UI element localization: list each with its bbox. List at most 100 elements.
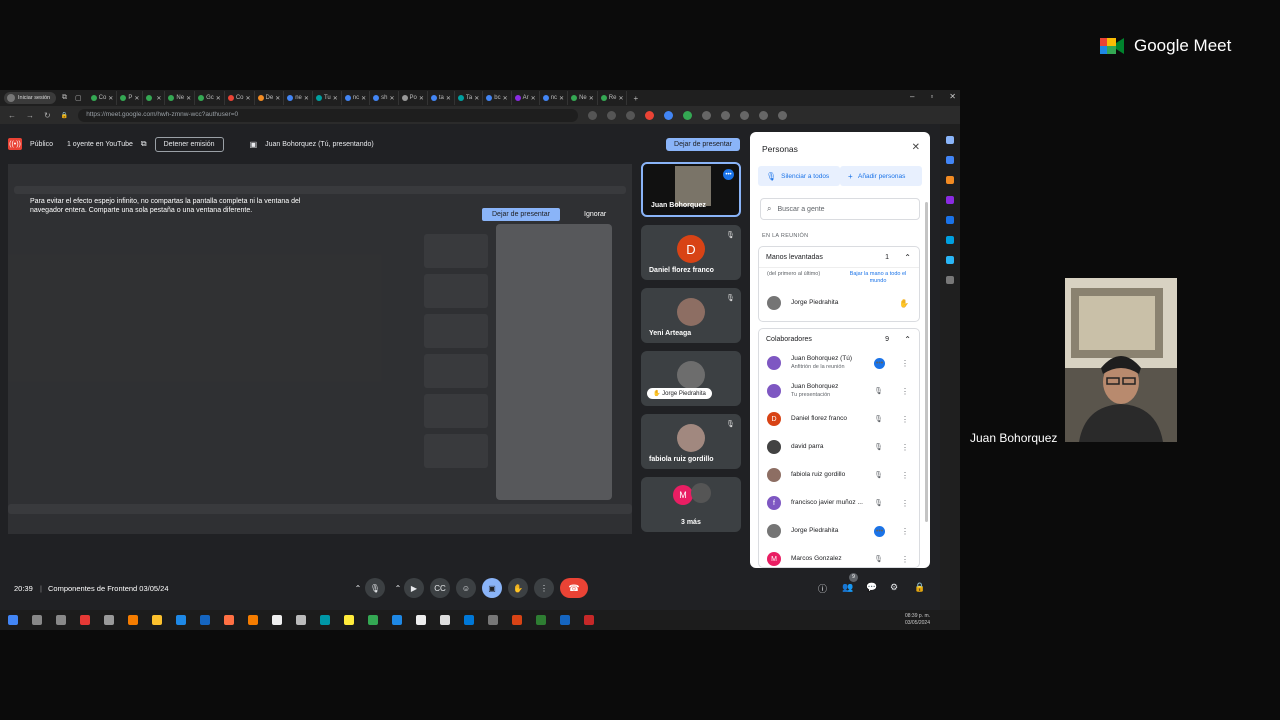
taskbar-app-icon[interactable] xyxy=(80,615,90,625)
mute-all-button[interactable]: 🎙 Silenciar a todos xyxy=(758,166,840,186)
camera-options-icon[interactable]: ⌃ xyxy=(392,578,404,598)
minimize-icon[interactable]: – xyxy=(910,92,914,101)
more-options-icon[interactable]: ⋮ xyxy=(901,499,909,508)
browser-tab[interactable]: nc ✕ xyxy=(540,91,569,105)
tab-close-icon[interactable]: ✕ xyxy=(156,95,161,102)
collections-icon[interactable] xyxy=(740,110,750,120)
tab-close-icon[interactable]: ✕ xyxy=(503,95,508,102)
chevron-up-icon[interactable]: ⌃ xyxy=(904,335,911,344)
mic-off-icon[interactable]: 🎙 xyxy=(874,415,883,423)
participant-tile[interactable]: ••• Juan Bohorquez xyxy=(641,162,741,217)
taskbar-app-icon[interactable] xyxy=(128,615,138,625)
participant-row[interactable]: M Marcos Gonzalez 🎙 ⋮ xyxy=(759,545,919,568)
mic-off-icon[interactable]: 🎙 xyxy=(874,443,883,451)
more-options-icon[interactable]: ⋮ xyxy=(901,415,909,424)
more-options-button[interactable]: ⋮ xyxy=(534,578,554,598)
raised-hands-header[interactable]: Manos levantadas 1 ⌃ xyxy=(759,247,919,267)
sidebar-app-icon[interactable] xyxy=(946,236,954,244)
tab-close-icon[interactable]: ✕ xyxy=(559,95,564,102)
raised-hand-row[interactable]: Jorge Piedrahita ✋ xyxy=(759,289,919,317)
participant-row[interactable]: D Daniel florez franco 🎙 ⋮ xyxy=(759,405,919,433)
powerpoint-icon[interactable] xyxy=(512,615,522,625)
tab-close-icon[interactable]: ✕ xyxy=(108,95,113,102)
participant-row[interactable]: david parra 🎙 ⋮ xyxy=(759,433,919,461)
chrome-icon[interactable] xyxy=(368,615,378,625)
settings-icon[interactable] xyxy=(296,615,306,625)
forward-icon[interactable]: → xyxy=(26,111,34,120)
new-tab-icon[interactable]: + xyxy=(633,94,638,103)
browser-tab[interactable]: Tu ✕ xyxy=(313,91,342,105)
add-icon[interactable] xyxy=(946,276,954,284)
system-tray-clock[interactable]: 08:39 p. m. 03/05/2024 xyxy=(905,613,930,627)
tab-close-icon[interactable]: ✕ xyxy=(446,95,451,102)
browser-tab[interactable]: Po ✕ xyxy=(399,91,428,105)
participant-row[interactable]: Juan Bohorquez (Tú) Anfitrión de la reuni… xyxy=(759,349,919,377)
edge-icon[interactable] xyxy=(320,615,330,625)
participant-tile[interactable]: ✋ Jorge Piedrahita xyxy=(641,351,741,406)
excel-icon[interactable] xyxy=(536,615,546,625)
people-icon[interactable]: 👥 xyxy=(842,582,853,593)
participant-tile[interactable]: D 🎙 Daniel florez franco xyxy=(641,225,741,280)
back-icon[interactable]: ← xyxy=(8,111,16,120)
tab-close-icon[interactable]: ✕ xyxy=(304,95,309,102)
leave-call-button[interactable]: ☎ xyxy=(560,578,588,598)
mic-off-icon[interactable]: 🎙 xyxy=(874,555,883,563)
more-options-icon[interactable]: ⋮ xyxy=(901,359,909,368)
more-options-icon[interactable]: ⋮ xyxy=(901,527,909,536)
stop-presenting-button[interactable]: Dejar de presentar xyxy=(666,137,740,151)
close-icon[interactable]: ✕ xyxy=(912,142,920,153)
reactions-button[interactable]: ☺ xyxy=(456,578,476,598)
url-field[interactable]: https://meet.google.com/hwh-zmnw-wcc?aut… xyxy=(78,108,579,122)
raised-hand-icon[interactable]: ✋ xyxy=(899,299,909,308)
browser-tab[interactable]: P ✕ xyxy=(117,91,144,105)
close-window-icon[interactable]: ✕ xyxy=(949,92,956,101)
reload-icon[interactable]: ↻ xyxy=(44,111,51,120)
tab-close-icon[interactable]: ✕ xyxy=(389,95,394,102)
github-icon[interactable] xyxy=(440,615,450,625)
participant-tile[interactable]: 🎙 fabiola ruiz gordillo xyxy=(641,414,741,469)
tab-close-icon[interactable]: ✕ xyxy=(531,95,536,102)
tab-close-icon[interactable]: ✕ xyxy=(333,95,338,102)
captions-button[interactable]: CC xyxy=(430,578,450,598)
host-controls-icon[interactable]: 🔒 xyxy=(914,582,925,593)
task-view-icon[interactable] xyxy=(56,615,66,625)
info-icon[interactable]: ⓘ xyxy=(818,582,827,595)
tab-close-icon[interactable]: ✕ xyxy=(245,95,250,102)
tab-actions-icon[interactable]: ▢ xyxy=(75,94,82,102)
tab-close-icon[interactable]: ✕ xyxy=(589,95,594,102)
participant-tile[interactable]: 🎙 Yeni Arteaga xyxy=(641,288,741,343)
chevron-up-icon[interactable]: ⌃ xyxy=(904,253,911,262)
browser-tab[interactable]: Ne ✕ xyxy=(165,91,196,105)
add-people-button[interactable]: + Añadir personas xyxy=(840,166,922,186)
mic-options-icon[interactable]: ⌃ xyxy=(352,578,364,598)
participant-row[interactable]: fabiola ruiz gordillo 🎙 ⋮ xyxy=(759,461,919,489)
extension-icon[interactable] xyxy=(664,110,674,120)
tab-close-icon[interactable]: ✕ xyxy=(474,95,479,102)
browser-tab[interactable]: sh ✕ xyxy=(370,91,399,105)
browser-tab[interactable]: ✕ xyxy=(143,91,166,105)
more-options-icon[interactable]: ⋮ xyxy=(901,471,909,480)
browser-tab[interactable]: Ne ✕ xyxy=(568,91,598,105)
participant-row[interactable]: Jorge Piedrahita ••• ⋮ xyxy=(759,517,919,545)
participant-tile[interactable]: M 3 más xyxy=(641,477,741,532)
extension-icon[interactable] xyxy=(683,110,693,120)
tab-close-icon[interactable]: ✕ xyxy=(275,95,280,102)
start-icon[interactable] xyxy=(8,615,18,625)
taskbar-app-icon[interactable] xyxy=(488,615,498,625)
star-icon[interactable] xyxy=(626,110,636,120)
camera-button[interactable]: ▶ xyxy=(404,578,424,598)
tab-close-icon[interactable]: ✕ xyxy=(216,95,221,102)
taskbar-app-icon[interactable] xyxy=(392,615,402,625)
browser-tab[interactable]: De ✕ xyxy=(255,91,285,105)
extension-icon[interactable] xyxy=(702,110,712,120)
more-options-icon[interactable]: ⋮ xyxy=(901,387,909,396)
taskbar-app-icon[interactable] xyxy=(176,615,186,625)
chrome-icon[interactable] xyxy=(344,615,354,625)
workspaces-icon[interactable]: ⧉ xyxy=(62,94,67,102)
browser-tab[interactable]: ne ✕ xyxy=(284,91,313,105)
panel-scrollbar[interactable] xyxy=(925,202,928,522)
browser-tab[interactable]: Co ✕ xyxy=(225,91,255,105)
browser-tab[interactable]: ta ✕ xyxy=(428,91,455,105)
copy-icon[interactable]: ⧉ xyxy=(141,139,147,149)
extension-icon[interactable] xyxy=(645,110,655,120)
